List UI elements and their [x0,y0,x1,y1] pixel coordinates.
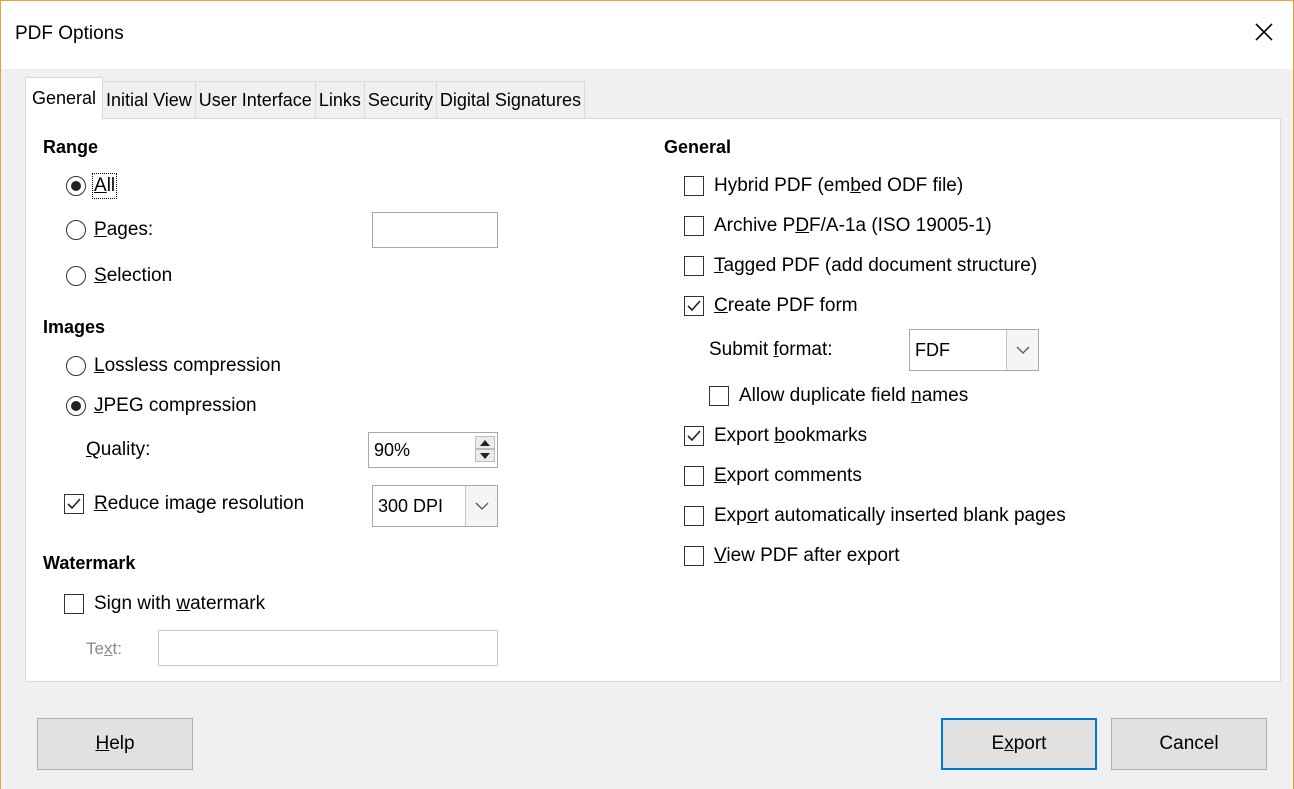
export-bookmarks-checkbox[interactable]: Export bookmarks [684,425,867,447]
tab-security[interactable]: Security [363,81,437,119]
checkbox-indicator [64,594,84,614]
chevron-down-icon [475,502,488,510]
hybrid-pdf-checkbox[interactable]: Hybrid PDF (embed ODF file) [684,175,963,197]
range-all-label: All [91,173,118,199]
checkbox-indicator [709,386,729,406]
resolution-dropdown[interactable]: 300 DPI [372,485,498,527]
spin-down-button[interactable] [475,449,495,462]
watermark-text-input[interactable] [158,630,498,666]
tab-user-interface[interactable]: User Interface [194,81,316,119]
cancel-button-label: Cancel [1159,733,1219,754]
quality-spin-buttons [475,436,495,462]
resolution-dropdown-button[interactable] [465,486,497,526]
spin-up-button[interactable] [475,436,495,449]
jpeg-compression-radio[interactable]: JPEG compression [66,395,257,417]
submit-format-value: FDF [915,339,950,360]
radio-indicator [66,176,86,196]
lossless-compression-label: Lossless compression [94,355,281,376]
checkbox-indicator [684,216,704,236]
radio-indicator [66,266,86,286]
checkbox-indicator [684,296,704,316]
reduce-resolution-checkbox[interactable]: Reduce image resolution [64,493,304,515]
tagged-pdf-checkbox[interactable]: Tagged PDF (add document structure) [684,255,1037,277]
quality-label: Quality: [86,439,151,460]
arrow-down-icon [480,452,490,459]
range-selection-radio[interactable]: Selection [66,265,172,287]
submit-format-label: Submit format: [709,339,833,360]
range-all-radio[interactable]: All [66,173,118,199]
export-blank-pages-label: Export automatically inserted blank page… [714,505,1066,526]
watermark-heading: Watermark [43,553,136,573]
arrow-up-icon [480,439,490,446]
checkbox-indicator [684,546,704,566]
radio-indicator [66,220,86,240]
tab-digital-signatures[interactable]: Digital Signatures [435,81,585,119]
help-button-label: Help [95,733,135,754]
create-pdf-form-label: Create PDF form [714,295,858,316]
sign-watermark-checkbox[interactable]: Sign with watermark [64,593,265,615]
submit-format-dropdown[interactable]: FDF [909,329,1039,371]
dialog-title: PDF Options [15,23,124,44]
pages-input[interactable] [372,212,498,248]
checkbox-indicator [684,256,704,276]
cancel-button[interactable]: Cancel [1111,718,1267,770]
tab-general[interactable]: General [25,77,104,119]
allow-duplicate-names-label: Allow duplicate field names [739,385,969,406]
chevron-down-icon [1016,346,1029,354]
view-pdf-after-export-label: View PDF after export [714,545,900,566]
general-tab-panel: Range All Pages: Selection Images Lossle… [25,118,1281,682]
close-icon [1255,23,1273,41]
archive-pdf-label: Archive PDF/A-1a (ISO 19005-1) [714,215,992,236]
jpeg-compression-label: JPEG compression [94,395,257,416]
check-icon [687,300,701,312]
export-comments-label: Export comments [714,465,862,486]
tab-links[interactable]: Links [314,81,365,119]
range-heading: Range [43,137,99,157]
sign-watermark-label: Sign with watermark [94,593,266,614]
title-bar: PDF Options [1,1,1293,69]
checkbox-indicator [684,426,704,446]
quality-spinbox[interactable]: 90% [368,432,498,468]
check-icon [67,498,81,510]
checkbox-indicator [684,176,704,196]
tab-initial-view[interactable]: Initial View [102,81,196,119]
export-button-label: Export [991,733,1047,754]
range-pages-radio[interactable]: Pages: [66,219,153,241]
allow-duplicate-names-checkbox[interactable]: Allow duplicate field names [709,385,968,407]
range-selection-label: Selection [94,265,173,286]
export-comments-checkbox[interactable]: Export comments [684,465,862,487]
checkbox-indicator [64,494,84,514]
lossless-compression-radio[interactable]: Lossless compression [66,355,281,377]
create-pdf-form-checkbox[interactable]: Create PDF form [684,295,858,317]
radio-indicator [66,396,86,416]
radio-indicator [66,356,86,376]
watermark-text-label: Text: [86,639,122,658]
tagged-pdf-label: Tagged PDF (add document structure) [714,255,1038,276]
pdf-options-dialog: PDF Options General Initial View User In… [0,0,1294,789]
range-pages-label: Pages: [94,219,154,240]
export-button[interactable]: Export [941,718,1097,770]
view-pdf-after-export-checkbox[interactable]: View PDF after export [684,545,900,567]
export-bookmarks-label: Export bookmarks [714,425,868,446]
hybrid-pdf-label: Hybrid PDF (embed ODF file) [714,175,964,196]
archive-pdf-checkbox[interactable]: Archive PDF/A-1a (ISO 19005-1) [684,215,992,237]
resolution-value: 300 DPI [378,495,444,516]
export-blank-pages-checkbox[interactable]: Export automatically inserted blank page… [684,505,1066,527]
quality-value: 90% [374,439,411,460]
checkbox-indicator [684,506,704,526]
reduce-resolution-label: Reduce image resolution [94,493,305,514]
checkbox-indicator [684,466,704,486]
images-heading: Images [43,317,106,337]
check-icon [687,430,701,442]
help-button[interactable]: Help [37,718,193,770]
tab-bar: General Initial View User Interface Link… [25,77,585,119]
general-heading: General [664,137,732,157]
close-button[interactable] [1247,15,1281,49]
submit-format-dropdown-button[interactable] [1006,330,1038,370]
